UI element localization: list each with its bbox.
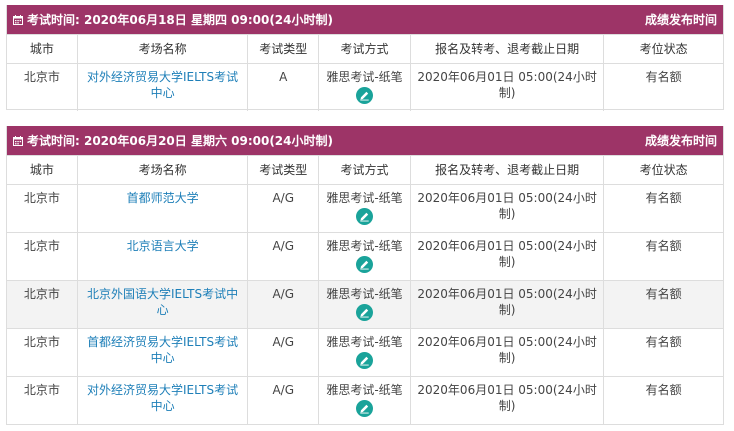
status-cell: 有名额: [603, 185, 723, 232]
pencil-icon[interactable]: [356, 208, 374, 225]
city-cell: 北京市: [23, 239, 60, 253]
session-header: 考试时间: 2020年06月20日 星期六 09:00(24小时制) 成绩发布时…: [7, 126, 723, 155]
deadline-cell: 2020年06月01日 05:00(24小时制): [409, 185, 603, 232]
venue-link[interactable]: 对外经济贸易大学IELTS考试中心: [87, 70, 238, 100]
col-header-status: 考位状态: [603, 156, 723, 184]
status-cell: 有名额: [603, 233, 723, 280]
pencil-icon[interactable]: [356, 87, 374, 104]
table-row: 北京市 对外经济贸易大学IELTS考试中心 A 雅思考试-纸笔 2020年06月…: [7, 63, 723, 111]
mode-text: 雅思考试-纸笔: [326, 239, 403, 253]
results-release-label[interactable]: 成绩发布时间: [645, 132, 717, 149]
pencil-icon[interactable]: [356, 304, 374, 321]
exam-schedule: 考试时间: 2020年06月18日 星期四 09:00(24小时制) 成绩发布时…: [0, 0, 734, 431]
col-header-deadline: 报名及转考、退考截止日期: [409, 35, 603, 63]
col-header-venue: 考场名称: [76, 35, 248, 63]
type-cell: A/G: [247, 377, 318, 424]
col-header-mode: 考试方式: [318, 35, 410, 63]
status-cell: 有名额: [603, 64, 723, 111]
session-header: 考试时间: 2020年06月18日 星期四 09:00(24小时制) 成绩发布时…: [7, 5, 723, 34]
col-header-city: 城市: [29, 42, 54, 56]
city-cell: 北京市: [23, 191, 60, 205]
mode-text: 雅思考试-纸笔: [326, 191, 403, 205]
col-header-mode: 考试方式: [318, 156, 410, 184]
exam-session-panel: 考试时间: 2020年06月20日 星期六 09:00(24小时制) 成绩发布时…: [6, 126, 724, 425]
status-cell: 有名额: [603, 281, 723, 328]
deadline-cell: 2020年06月01日 05:00(24小时制): [409, 329, 603, 376]
venue-link[interactable]: 首都师范大学: [127, 191, 199, 205]
table-row: 北京市 北京外国语大学IELTS考试中心 A/G 雅思考试-纸笔 2020年06…: [7, 280, 723, 328]
table-row: 北京市 对外经济贸易大学IELTS考试中心 A/G 雅思考试-纸笔 2020年0…: [7, 376, 723, 424]
type-cell: A/G: [247, 329, 318, 376]
col-header-venue: 考场名称: [76, 156, 248, 184]
city-cell: 北京市: [23, 70, 60, 84]
exam-session-panel: 考试时间: 2020年06月18日 星期四 09:00(24小时制) 成绩发布时…: [6, 5, 724, 111]
col-header-type: 考试类型: [247, 35, 318, 63]
type-cell: A/G: [247, 233, 318, 280]
deadline-cell: 2020年06月01日 05:00(24小时制): [409, 64, 603, 111]
col-header-city: 城市: [29, 163, 54, 177]
city-cell: 北京市: [23, 335, 60, 349]
venue-link[interactable]: 北京语言大学: [127, 239, 199, 253]
table-row: 北京市 北京语言大学 A/G 雅思考试-纸笔 2020年06月01日 05:00…: [7, 232, 723, 280]
venue-link[interactable]: 对外经济贸易大学IELTS考试中心: [87, 383, 238, 413]
table-row: 北京市 首都经济贸易大学IELTS考试中心 A/G 雅思考试-纸笔 2020年0…: [7, 328, 723, 376]
city-cell: 北京市: [23, 383, 60, 397]
mode-text: 雅思考试-纸笔: [326, 335, 403, 349]
type-cell: A/G: [247, 185, 318, 232]
deadline-cell: 2020年06月01日 05:00(24小时制): [409, 233, 603, 280]
session-title: 考试时间: 2020年06月18日 星期四 09:00(24小时制): [27, 13, 333, 27]
calendar-icon: [13, 135, 23, 146]
status-cell: 有名额: [603, 377, 723, 424]
pencil-icon[interactable]: [356, 256, 374, 273]
type-cell: A/G: [247, 281, 318, 328]
table-header-row: 城市 考场名称 考试类型 考试方式 报名及转考、退考截止日期 考位状态: [7, 155, 723, 184]
type-cell: A: [247, 64, 318, 111]
col-header-type: 考试类型: [247, 156, 318, 184]
table-row: 北京市 首都师范大学 A/G 雅思考试-纸笔 2020年06月01日 05:00…: [7, 184, 723, 232]
table-header-row: 城市 考场名称 考试类型 考试方式 报名及转考、退考截止日期 考位状态: [7, 34, 723, 63]
results-release-label[interactable]: 成绩发布时间: [645, 11, 717, 28]
mode-text: 雅思考试-纸笔: [326, 287, 403, 301]
session-title: 考试时间: 2020年06月20日 星期六 09:00(24小时制): [27, 134, 333, 148]
venue-link[interactable]: 北京外国语大学IELTS考试中心: [87, 287, 238, 317]
mode-text: 雅思考试-纸笔: [326, 70, 403, 84]
pencil-icon[interactable]: [356, 400, 374, 417]
status-cell: 有名额: [603, 329, 723, 376]
mode-text: 雅思考试-纸笔: [326, 383, 403, 397]
city-cell: 北京市: [23, 287, 60, 301]
col-header-status: 考位状态: [603, 35, 723, 63]
deadline-cell: 2020年06月01日 05:00(24小时制): [409, 377, 603, 424]
col-header-deadline: 报名及转考、退考截止日期: [409, 156, 603, 184]
venue-link[interactable]: 首都经济贸易大学IELTS考试中心: [87, 335, 238, 365]
deadline-cell: 2020年06月01日 05:00(24小时制): [409, 281, 603, 328]
calendar-icon: [13, 14, 23, 25]
pencil-icon[interactable]: [356, 352, 374, 369]
